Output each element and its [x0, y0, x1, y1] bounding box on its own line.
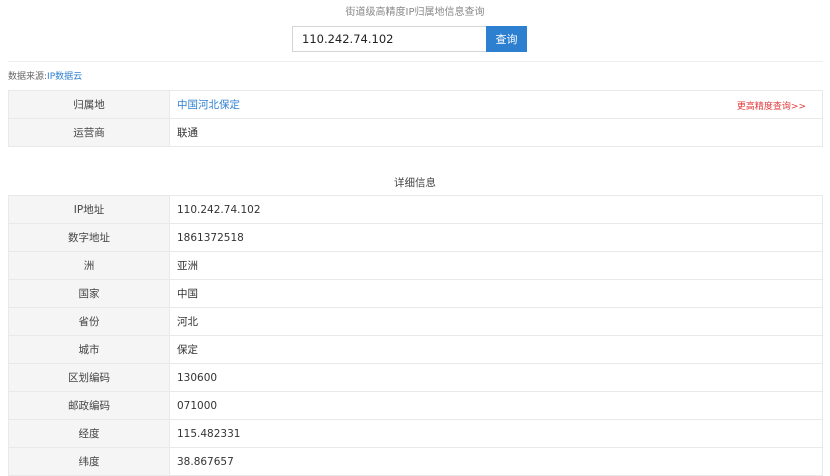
detail-label: 区划编码 [8, 363, 170, 392]
page-title: 街道级高精度IP归属地信息查询 [345, 7, 485, 18]
detail-label: 国家 [8, 279, 170, 308]
detail-label: IP地址 [8, 195, 170, 224]
detail-label: 城市 [8, 335, 170, 364]
detail-value: 河北 [169, 307, 823, 336]
isp-label: 运营商 [8, 118, 170, 147]
detail-value: 38.867657 [169, 447, 823, 476]
data-source-link[interactable]: IP数据云 [47, 72, 82, 82]
table-row: 经度 115.482331 [8, 419, 823, 448]
isp-value: 联通 [169, 118, 823, 147]
data-source: 数据来源:IP数据云 [8, 69, 82, 82]
detail-value: 130600 [169, 363, 823, 392]
summary-table: 归属地 中国河北保定 更高精度查询>> 运营商 联通 [8, 90, 823, 147]
detail-table-body: IP地址 110.242.74.102 数字地址 1861372518 洲亚洲 国家 中国省… [8, 195, 823, 476]
detail-label: 省份 [8, 307, 170, 336]
detail-value: 保定 [169, 335, 823, 364]
search-bar: 查询 [292, 26, 527, 52]
detail-table: IP地址 110.242.74.102 数字地址 1861372518 洲亚洲 国家 中国省… [8, 195, 823, 476]
data-source-label: 数据来源: [8, 72, 48, 82]
ip-search-input[interactable] [292, 26, 486, 52]
detail-label: 经度 [8, 419, 170, 448]
table-row: 国家 中国 [8, 279, 823, 308]
table-row: 区划编码 130600 [8, 363, 823, 392]
detail-value: 115.482331 [169, 419, 823, 448]
detail-label: 纬度 [8, 447, 170, 476]
table-row: 归属地 中国河北保定 更高精度查询>> [8, 90, 823, 119]
detail-heading: 详细信息 [394, 177, 436, 189]
detail-value: 071000 [169, 391, 823, 420]
detail-label: 邮政编码 [8, 391, 170, 420]
table-row: 城市 保定 [8, 335, 823, 364]
table-row: IP地址 110.242.74.102 [8, 195, 823, 224]
table-row: 邮政编码 071000 [8, 391, 823, 420]
table-row: 纬度 38.867657 [8, 447, 823, 476]
detail-label: 数字地址 [8, 223, 170, 252]
detail-value: 亚洲 [169, 251, 823, 280]
detail-value: 110.242.74.102 [169, 195, 823, 224]
table-row: 数字地址 1861372518 [8, 223, 823, 252]
location-label: 归属地 [8, 90, 170, 119]
location-cell: 中国河北保定 更高精度查询>> [169, 90, 823, 119]
divider [8, 61, 823, 62]
location-link[interactable]: 中国河北保定 [177, 99, 240, 111]
detail-value: 中国 [169, 279, 823, 308]
detail-value: 1861372518 [169, 223, 823, 252]
table-row: 洲亚洲 [8, 251, 823, 280]
query-button[interactable]: 查询 [486, 26, 527, 52]
table-row: 运营商 联通 [8, 118, 823, 147]
detail-label: 洲 [8, 251, 170, 280]
table-row: 省份 河北 [8, 307, 823, 336]
higher-precision-link[interactable]: 更高精度查询>> [737, 99, 806, 112]
